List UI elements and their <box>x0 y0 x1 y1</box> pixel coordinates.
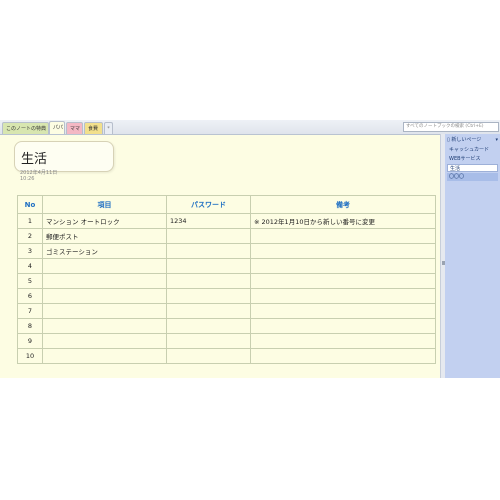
page-title-box[interactable]: 生活 <box>14 141 114 172</box>
cell-notes[interactable] <box>250 228 436 244</box>
new-page-icon: ▯ <box>447 137 450 143</box>
password-table[interactable]: No 項目 パスワード 備考 1 マンション オートロック 1234 ※ 2012年1… <box>17 195 436 364</box>
cell-item[interactable]: 郵便ポスト <box>42 228 167 244</box>
column-header-no: No <box>17 195 43 214</box>
column-header-notes: 備考 <box>250 195 436 214</box>
cell-no[interactable]: 2 <box>17 228 43 244</box>
page-item-web-services[interactable]: WEBサービス <box>447 155 498 163</box>
cell-notes[interactable]: ※ 2012年1月10日から新しい番号に変更 <box>250 213 436 229</box>
cell-password[interactable] <box>166 318 251 334</box>
cell-item[interactable] <box>42 333 167 349</box>
cell-notes[interactable] <box>250 348 436 364</box>
table-row[interactable]: 1 マンション オートロック 1234 ※ 2012年1月10日から新しい番号に変更 <box>17 213 436 229</box>
cell-password[interactable] <box>166 348 251 364</box>
cell-notes[interactable] <box>250 318 436 334</box>
cell-item[interactable]: ゴミステーション <box>42 243 167 259</box>
cell-notes[interactable] <box>250 303 436 319</box>
cell-notes[interactable] <box>250 273 436 289</box>
cell-no[interactable]: 5 <box>17 273 43 289</box>
cell-password[interactable] <box>166 258 251 274</box>
add-section-tab[interactable]: * <box>104 122 113 134</box>
cell-notes[interactable] <box>250 243 436 259</box>
tab-section-notes[interactable]: このノートの特典 <box>2 122 49 134</box>
cell-password[interactable] <box>166 333 251 349</box>
cell-password[interactable] <box>166 303 251 319</box>
cell-password[interactable]: 1234 <box>166 213 251 229</box>
cell-no[interactable]: 8 <box>17 318 43 334</box>
new-page-button[interactable]: ▯ 新しいページ ▾ <box>447 136 498 144</box>
cell-no[interactable]: 7 <box>17 303 43 319</box>
table-row[interactable]: 2 郵便ポスト <box>17 228 436 244</box>
cell-item[interactable] <box>42 348 167 364</box>
tab-mama[interactable]: ママ <box>66 122 83 134</box>
table-row[interactable]: 7 <box>17 303 436 319</box>
page-item-placeholder[interactable]: 〇〇〇 <box>447 173 498 181</box>
chevron-down-icon[interactable]: ▾ <box>495 136 498 144</box>
section-tab-bar: このノートの特典 パパ ママ 食費 * すべてのノートブックの検索 (Ctrl+… <box>0 120 500 135</box>
table-row[interactable]: 4 <box>17 258 436 274</box>
page-time-text: 10:26 <box>20 176 35 182</box>
table-row[interactable]: 8 <box>17 318 436 334</box>
page-item-cash-card[interactable]: キャッシュカード <box>447 146 498 154</box>
page-title[interactable]: 生活 <box>21 148 47 167</box>
cell-password[interactable] <box>166 273 251 289</box>
cell-no[interactable]: 4 <box>17 258 43 274</box>
page-item-life[interactable]: 生活 <box>447 164 498 172</box>
new-page-label: 新しいページ <box>451 137 482 143</box>
page-date: 2012年4月11日 10:26 <box>20 170 57 182</box>
cell-notes[interactable] <box>250 333 436 349</box>
cell-item[interactable] <box>42 288 167 304</box>
notebook-window: このノートの特典 パパ ママ 食費 * すべてのノートブックの検索 (Ctrl+… <box>0 120 500 378</box>
cell-item[interactable] <box>42 318 167 334</box>
table-row[interactable]: 10 <box>17 348 436 364</box>
table-row[interactable]: 5 <box>17 273 436 289</box>
table-row[interactable]: 6 <box>17 288 436 304</box>
column-header-password: パスワード <box>166 195 251 214</box>
cell-item[interactable] <box>42 273 167 289</box>
cell-item[interactable] <box>42 258 167 274</box>
cell-password[interactable] <box>166 243 251 259</box>
table-row[interactable]: 3 ゴミステーション <box>17 243 436 259</box>
column-header-item: 項目 <box>42 195 167 214</box>
table-header-row: No 項目 パスワード 備考 <box>17 195 436 214</box>
cell-password[interactable] <box>166 288 251 304</box>
table-row[interactable]: 9 <box>17 333 436 349</box>
tab-food[interactable]: 食費 <box>84 122 103 134</box>
cell-notes[interactable] <box>250 258 436 274</box>
cell-item[interactable]: マンション オートロック <box>42 213 167 229</box>
cell-no[interactable]: 9 <box>17 333 43 349</box>
cell-item[interactable] <box>42 303 167 319</box>
search-input[interactable]: すべてのノートブックの検索 (Ctrl+E) <box>403 122 499 132</box>
tab-papa[interactable]: パパ <box>49 121 65 134</box>
cell-no[interactable]: 3 <box>17 243 43 259</box>
cell-no[interactable]: 1 <box>17 213 43 229</box>
cell-no[interactable]: 10 <box>17 348 43 364</box>
cell-notes[interactable] <box>250 288 436 304</box>
page-list-sidebar: ▯ 新しいページ ▾ キャッシュカード WEBサービス 生活 〇〇〇 <box>445 134 500 378</box>
cell-no[interactable]: 6 <box>17 288 43 304</box>
cell-password[interactable] <box>166 228 251 244</box>
